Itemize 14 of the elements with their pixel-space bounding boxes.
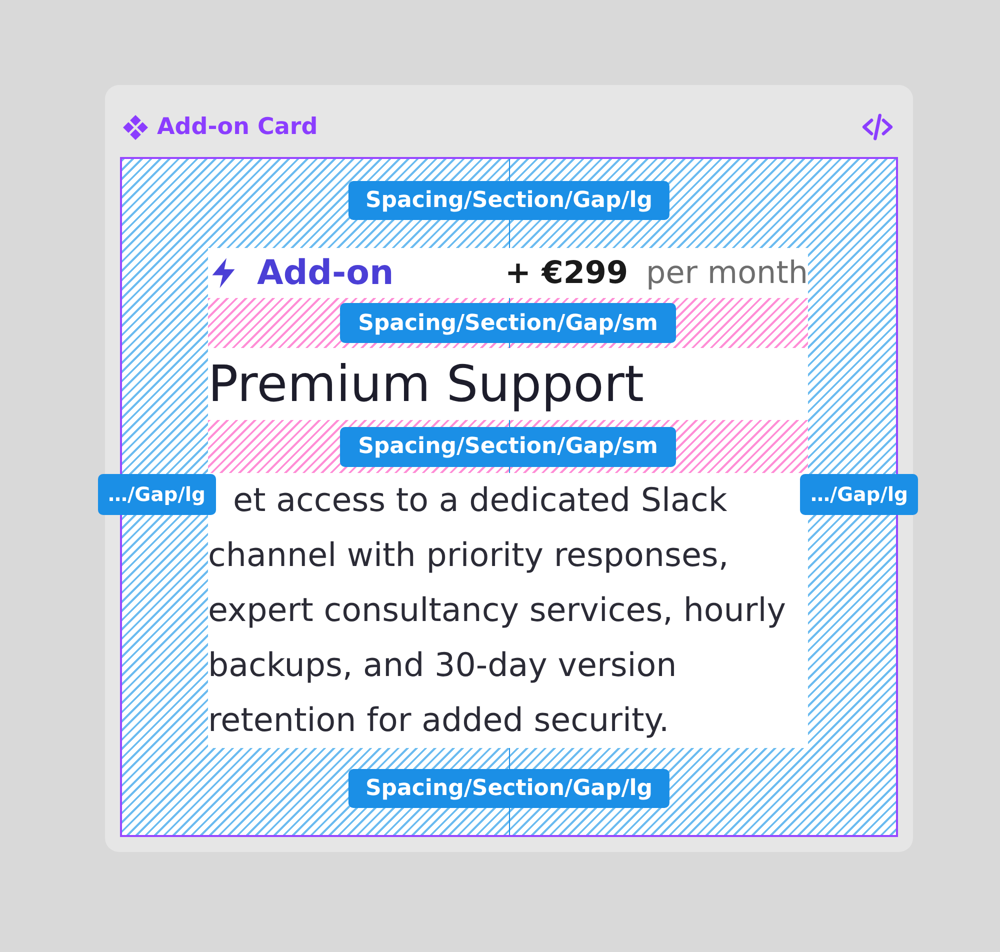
spacing-token-tag: …/Gap/lg [800, 474, 918, 515]
spacing-token-tag: …/Gap/lg [98, 474, 216, 515]
spacing-token-tag: Spacing/Section/Gap/lg [348, 769, 670, 808]
spacing-token-tag: Spacing/Section/Gap/lg [348, 181, 670, 220]
period-text: per month [646, 258, 808, 288]
spacing-token-tag: Spacing/Section/Gap/sm [340, 426, 676, 466]
spacing-token-tag: Spacing/Section/Gap/sm [340, 303, 676, 343]
price-text: + €299 [504, 258, 628, 288]
code-icon[interactable] [862, 113, 893, 141]
lightning-bolt-icon [210, 258, 237, 288]
add-on-label: Add-on [257, 256, 394, 290]
card-title: Premium Support [208, 359, 644, 409]
component-title: Add-on Card [157, 116, 318, 138]
component-icon [123, 114, 148, 140]
